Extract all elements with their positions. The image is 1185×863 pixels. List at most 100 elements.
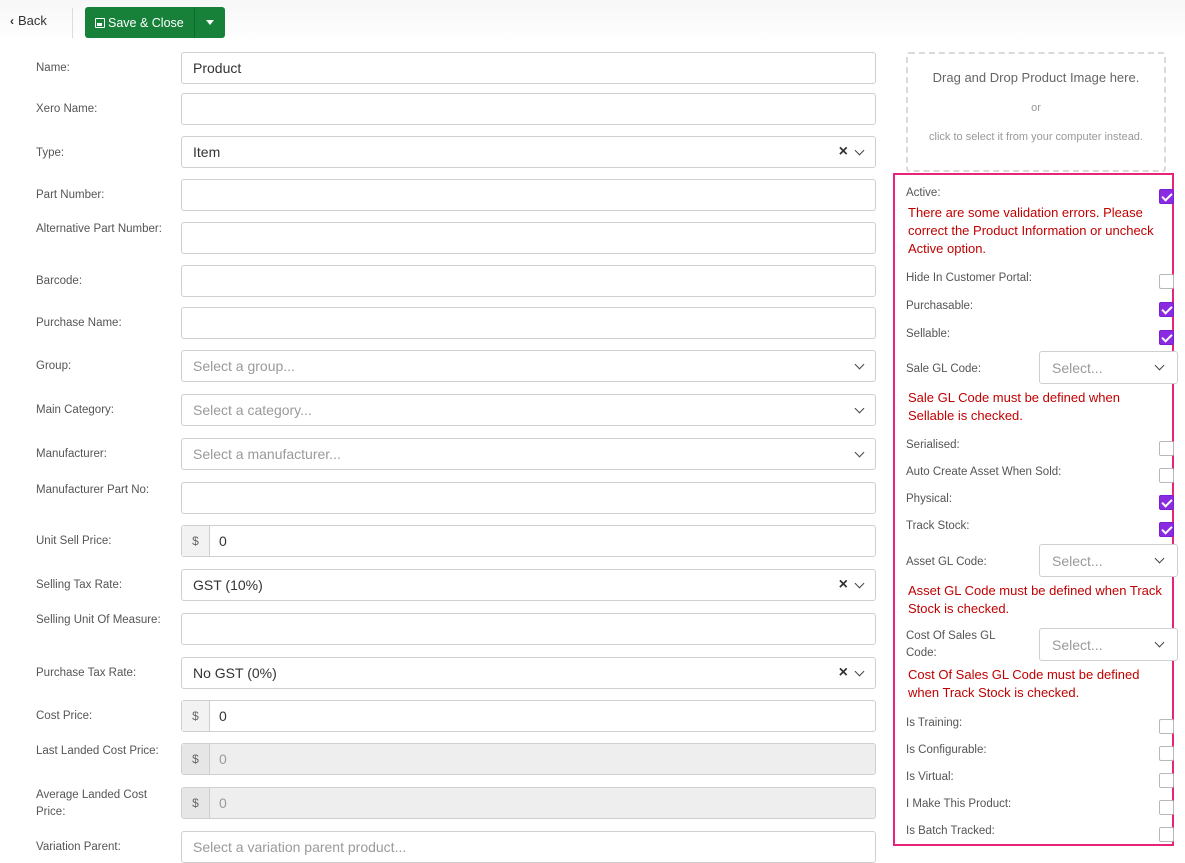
- chevron-down-icon: [1154, 637, 1165, 648]
- manufacturer-part-no-input[interactable]: [181, 482, 876, 514]
- group-placeholder: Select a group...: [193, 358, 295, 374]
- track-stock-label: Track Stock:: [906, 520, 970, 532]
- group-select[interactable]: Select a group...: [181, 350, 876, 382]
- auto-create-asset-checkbox[interactable]: [1159, 468, 1174, 483]
- barcode-label: Barcode:: [36, 275, 83, 287]
- is-training-checkbox[interactable]: [1159, 719, 1174, 734]
- product-options-panel: Active: There are some validation errors…: [893, 173, 1178, 846]
- average-landed-cost-price-value: 0: [219, 795, 227, 811]
- type-label: Type:: [36, 147, 65, 159]
- selling-tax-rate-value: GST (10%): [193, 577, 263, 593]
- asset-gl-code-label: Asset GL Code:: [906, 556, 987, 568]
- alt-part-number-label: Alternative Part Number:: [36, 223, 162, 235]
- manufacturer-select[interactable]: Select a manufacturer...: [181, 438, 876, 470]
- cost-price-label: Cost Price:: [36, 710, 93, 722]
- cost-of-sales-gl-code-select[interactable]: Select...: [1039, 628, 1178, 661]
- is-batch-tracked-checkbox[interactable]: [1159, 827, 1174, 842]
- physical-label: Physical:: [906, 493, 953, 505]
- part-number-label: Part Number:: [36, 189, 105, 201]
- selling-tax-rate-label: Selling Tax Rate:: [36, 579, 123, 591]
- sellable-checkbox[interactable]: [1159, 330, 1174, 345]
- purchase-tax-rate-value: No GST (0%): [193, 665, 277, 681]
- manufacturer-label: Manufacturer:: [36, 448, 107, 460]
- cost-price-input[interactable]: $ 0: [181, 700, 876, 732]
- chevron-down-icon[interactable]: [854, 578, 865, 588]
- xero-name-label: Xero Name:: [36, 103, 98, 115]
- purchase-name-input[interactable]: [181, 307, 876, 339]
- dropzone-sub-text: click to select it from your computer in…: [929, 131, 1143, 143]
- selling-tax-rate-select[interactable]: GST (10%) ×: [181, 569, 876, 601]
- average-landed-cost-price-label: Average Landed Cost Price:: [36, 789, 148, 818]
- last-landed-cost-price-label: Last Landed Cost Price:: [36, 745, 159, 757]
- active-validation-error: There are some validation errors. Please…: [908, 205, 1154, 256]
- currency-prefix: $: [182, 526, 210, 556]
- variation-parent-label: Variation Parent:: [36, 841, 121, 853]
- hide-portal-checkbox[interactable]: [1159, 274, 1174, 289]
- clear-icon[interactable]: ×: [839, 665, 848, 681]
- clear-icon[interactable]: ×: [839, 144, 848, 160]
- unit-sell-price-label: Unit Sell Price:: [36, 535, 112, 547]
- type-value: Item: [193, 144, 221, 160]
- asset-gl-code-select[interactable]: Select...: [1039, 544, 1178, 577]
- purchase-tax-rate-select[interactable]: No GST (0%) ×: [181, 657, 876, 689]
- serialised-checkbox[interactable]: [1159, 441, 1174, 456]
- is-configurable-checkbox[interactable]: [1159, 746, 1174, 761]
- selling-unit-of-measure-label: Selling Unit Of Measure:: [36, 614, 161, 626]
- chevron-down-icon: [1154, 360, 1165, 371]
- part-number-input[interactable]: [181, 179, 876, 211]
- manufacturer-placeholder: Select a manufacturer...: [193, 446, 341, 462]
- variation-parent-placeholder: Select a variation parent product...: [193, 839, 407, 855]
- chevron-down-icon[interactable]: [854, 447, 865, 457]
- save-close-label: Save & Close: [108, 15, 184, 30]
- chevron-down-icon[interactable]: [854, 666, 865, 676]
- physical-checkbox[interactable]: [1159, 495, 1174, 510]
- sale-gl-code-placeholder: Select...: [1052, 359, 1103, 376]
- chevron-down-icon[interactable]: [854, 359, 865, 369]
- toolbar: ‹ Back Save & Close: [0, 0, 1185, 44]
- product-image-dropzone[interactable]: Drag and Drop Product Image here. or cli…: [906, 52, 1166, 172]
- active-checkbox[interactable]: [1159, 189, 1174, 204]
- xero-name-input[interactable]: [181, 93, 876, 125]
- is-virtual-checkbox[interactable]: [1159, 773, 1174, 788]
- i-make-this-checkbox[interactable]: [1159, 800, 1174, 815]
- purchase-name-label: Purchase Name:: [36, 317, 122, 329]
- main-category-label: Main Category:: [36, 404, 114, 416]
- i-make-this-label: I Make This Product:: [906, 798, 1012, 810]
- back-label: Back: [18, 13, 47, 28]
- sale-gl-code-label: Sale GL Code:: [906, 363, 982, 375]
- clear-icon[interactable]: ×: [839, 577, 848, 593]
- sale-gl-code-select[interactable]: Select...: [1039, 351, 1178, 384]
- save-disk-icon: [95, 17, 105, 28]
- purchasable-label: Purchasable:: [906, 300, 974, 312]
- sellable-label: Sellable:: [906, 328, 951, 340]
- caret-down-icon: [205, 20, 214, 25]
- unit-sell-price-value: 0: [219, 533, 227, 549]
- alt-part-number-input[interactable]: [181, 222, 876, 254]
- auto-create-asset-label: Auto Create Asset When Sold:: [906, 466, 1062, 478]
- is-virtual-label: Is Virtual:: [906, 771, 954, 783]
- save-close-button[interactable]: Save & Close: [85, 7, 195, 38]
- toolbar-divider: [72, 8, 73, 38]
- track-stock-checkbox[interactable]: [1159, 522, 1174, 537]
- dropzone-main-text: Drag and Drop Product Image here.: [932, 70, 1140, 85]
- active-label: Active:: [906, 187, 941, 199]
- last-landed-cost-price-value: 0: [219, 751, 227, 767]
- type-select[interactable]: Item ×: [181, 136, 876, 168]
- purchasable-checkbox[interactable]: [1159, 302, 1174, 317]
- unit-sell-price-input[interactable]: $ 0: [181, 525, 876, 557]
- back-button[interactable]: ‹ Back: [10, 13, 47, 28]
- currency-prefix: $: [182, 701, 210, 731]
- main-category-select[interactable]: Select a category...: [181, 394, 876, 426]
- serialised-label: Serialised:: [906, 439, 960, 451]
- is-batch-tracked-label: Is Batch Tracked:: [906, 825, 995, 837]
- variation-parent-select[interactable]: Select a variation parent product...: [181, 831, 876, 863]
- name-input[interactable]: Product: [181, 52, 876, 84]
- barcode-input[interactable]: [181, 265, 876, 297]
- save-options-dropdown-button[interactable]: [194, 7, 225, 38]
- chevron-down-icon[interactable]: [854, 403, 865, 413]
- name-label: Name:: [36, 62, 70, 74]
- name-value: Product: [193, 60, 242, 76]
- chevron-down-icon[interactable]: [854, 145, 865, 155]
- selling-unit-of-measure-input[interactable]: [181, 613, 876, 645]
- asset-gl-code-placeholder: Select...: [1052, 552, 1103, 569]
